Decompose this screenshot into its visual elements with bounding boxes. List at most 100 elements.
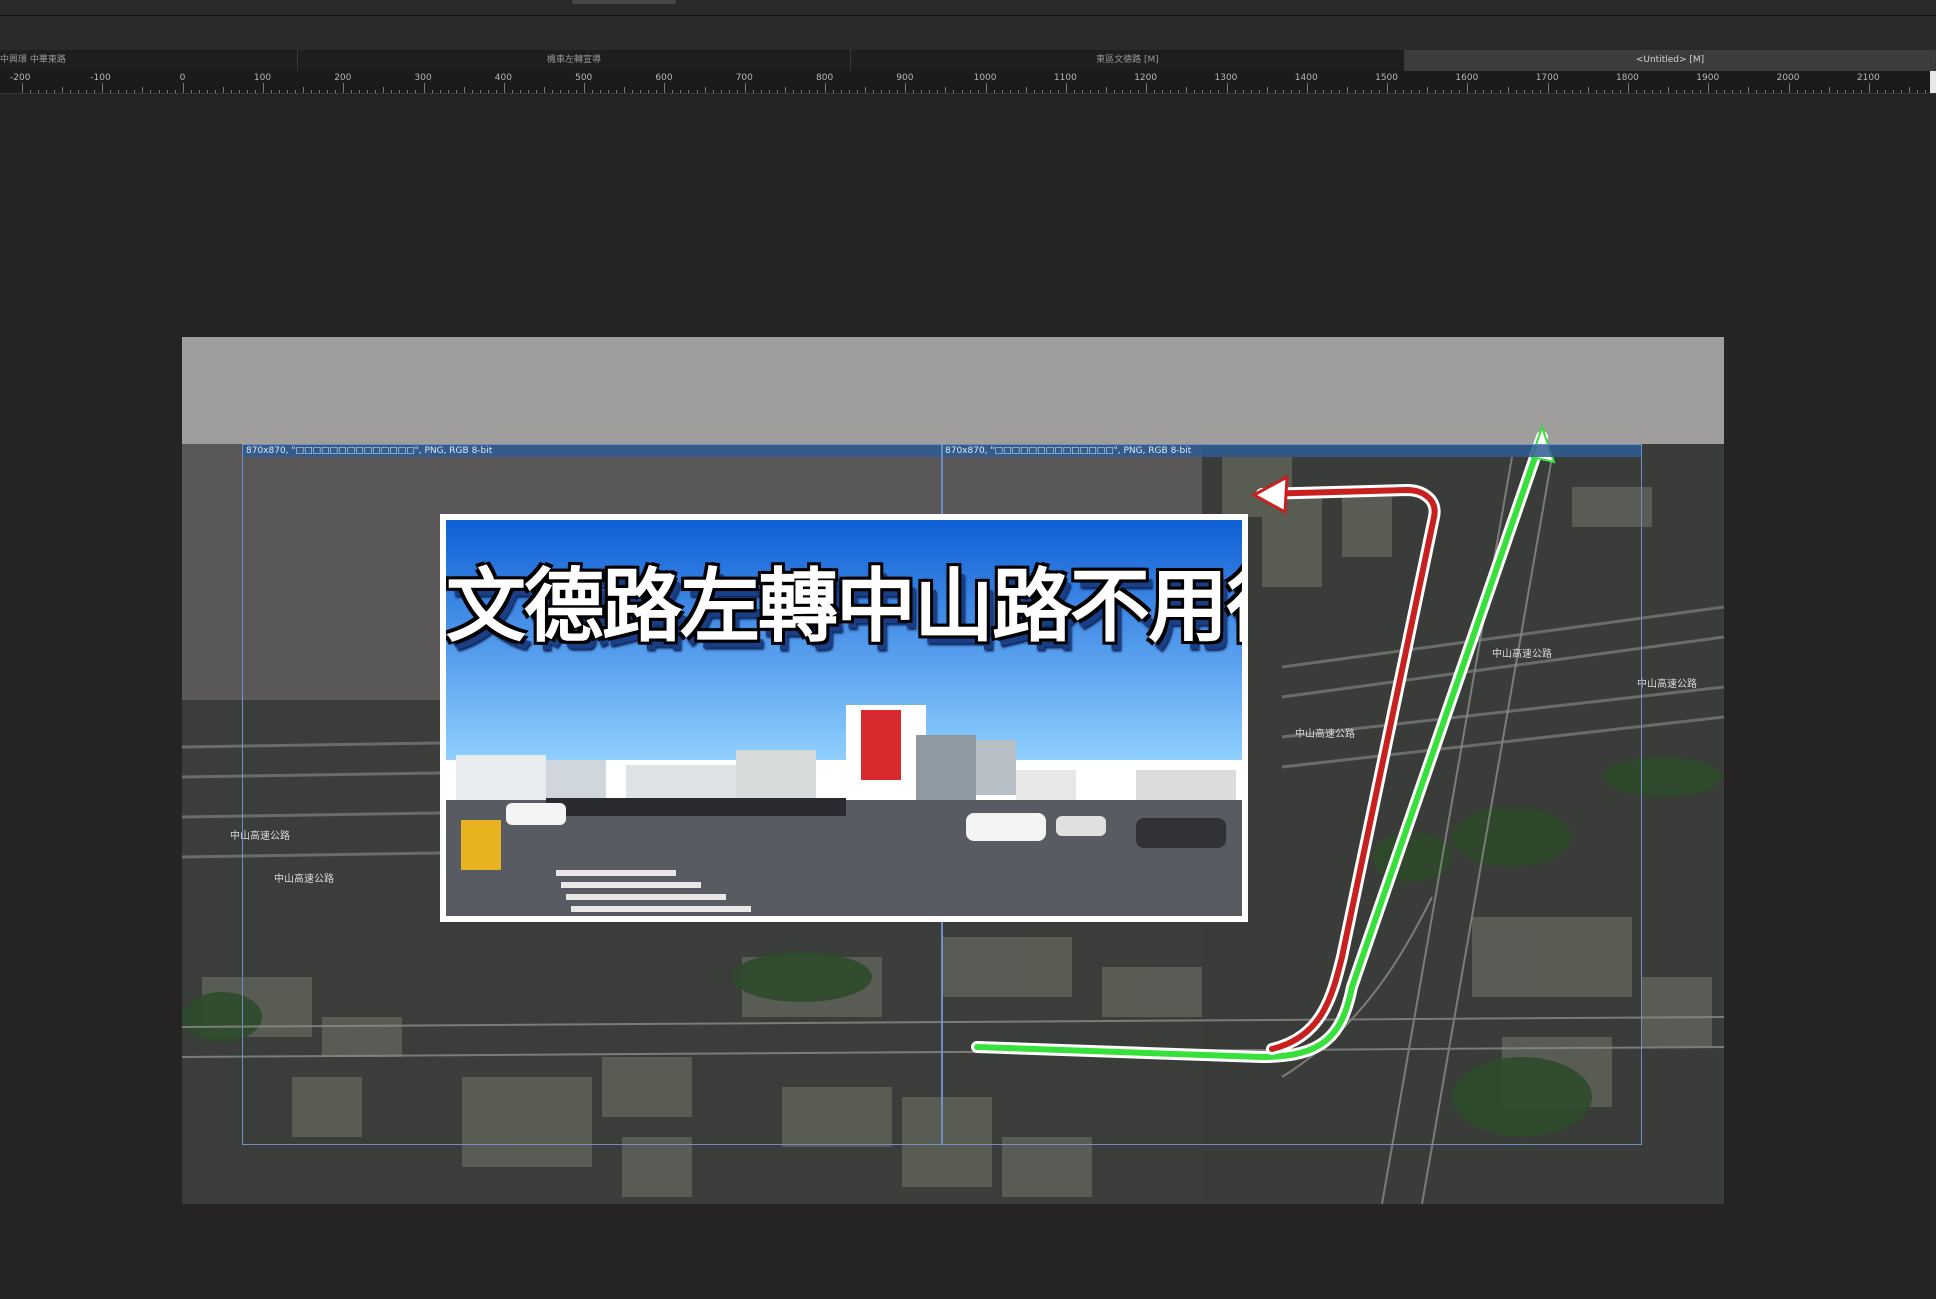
ruler-tick xyxy=(142,87,144,93)
ruler-tick xyxy=(808,90,810,93)
ruler-end-marker xyxy=(1930,71,1936,93)
ruler-tick xyxy=(1017,90,1019,93)
toolbar-handle[interactable] xyxy=(572,0,676,4)
tab-document-1[interactable]: 中興環 中華東路 xyxy=(0,50,298,71)
ruler-tick xyxy=(1587,87,1589,93)
ruler-tick xyxy=(1379,90,1381,93)
ruler-label: -100 xyxy=(90,73,111,83)
ruler-tick xyxy=(881,90,883,93)
ruler-tick xyxy=(527,90,529,93)
artboard[interactable]: 中山高速公路 中山高速公路 中山高速公路 中山高速公路 中山高速公路 870x8… xyxy=(182,337,1724,1204)
ruler-tick xyxy=(1089,90,1091,93)
ruler-tick xyxy=(1033,90,1035,93)
ruler-tick xyxy=(1764,90,1766,93)
ruler-tick xyxy=(664,83,666,93)
tab-document-untitled[interactable]: <Untitled> [M] xyxy=(1405,50,1936,71)
ruler-tick xyxy=(214,90,216,93)
ruler-tick xyxy=(94,90,96,93)
ruler-tick xyxy=(1001,90,1003,93)
ruler-tick xyxy=(1579,90,1581,93)
tab-label: 東區文德路 [M] xyxy=(1096,55,1159,65)
ruler-tick xyxy=(62,87,64,93)
ruler-tick xyxy=(568,90,570,93)
tab-document-3[interactable]: 東區文德路 [M] xyxy=(851,50,1405,71)
ruler-tick xyxy=(1298,90,1300,93)
ruler-tick xyxy=(993,90,995,93)
map-label: 中山高速公路 xyxy=(1637,677,1697,690)
ruler-tick xyxy=(1901,90,1903,93)
ruler-tick xyxy=(230,90,232,93)
ruler-tick xyxy=(206,90,208,93)
ruler-tick xyxy=(1676,90,1678,93)
ruler-tick xyxy=(873,90,875,93)
ruler-tick xyxy=(1210,90,1212,93)
ruler-tick xyxy=(953,90,955,93)
ruler-tick xyxy=(54,90,56,93)
ruler-tick xyxy=(1836,90,1838,93)
ruler-tick xyxy=(375,90,377,93)
horizontal-ruler[interactable]: -200 -100 0 100 200 300 400 500 600 700 800 900 1000… xyxy=(0,71,1936,94)
layer-info-right: 870x870, "□□□□□□□□□□□□□□", PNG, RGB 8-bi… xyxy=(945,446,1192,456)
ruler-tick xyxy=(608,90,610,93)
ruler-tick xyxy=(560,90,561,93)
ruler-label: 200 xyxy=(334,73,352,83)
ruler-tick xyxy=(30,90,32,93)
ruler-label: 900 xyxy=(896,73,914,83)
thumbnail-image[interactable]: 文德路左轉中山路不用待轉 xyxy=(440,514,1248,922)
tab-label: 中興環 中華東路 xyxy=(0,55,66,65)
ruler-tick xyxy=(728,90,730,93)
ruler-tick xyxy=(102,83,104,93)
ruler-tick xyxy=(1306,83,1308,93)
canvas-area[interactable]: 中山高速公路 中山高速公路 中山高速公路 中山高速公路 中山高速公路 870x8… xyxy=(0,94,1936,1299)
ruler-label: 400 xyxy=(494,73,512,83)
ruler-label: -200 xyxy=(10,73,31,83)
ruler-tick xyxy=(1884,90,1886,93)
ruler-tick xyxy=(1194,90,1196,93)
ruler-tick xyxy=(1106,87,1108,93)
tab-label: 機車左轉宣導 xyxy=(546,55,601,65)
ruler-tick xyxy=(889,90,891,93)
ruler-tick xyxy=(584,83,586,93)
ruler-tick xyxy=(977,90,979,93)
ruler-tick xyxy=(592,90,594,93)
ruler-tick xyxy=(1467,83,1469,93)
ruler-tick xyxy=(1419,90,1421,93)
ruler-tick xyxy=(270,90,272,93)
ruler-tick xyxy=(262,83,264,93)
ruler-tick xyxy=(551,90,553,93)
ruler-label: 1700 xyxy=(1535,73,1559,83)
tab-label: <Untitled> [M] xyxy=(1635,55,1705,65)
ruler-tick xyxy=(1563,90,1565,93)
ruler-tick xyxy=(1186,87,1188,93)
ruler-tick xyxy=(1603,90,1605,93)
ruler-tick xyxy=(1065,83,1067,93)
ruler-tick xyxy=(1411,90,1413,93)
ruler-tick xyxy=(311,90,313,93)
ruler-tick xyxy=(1282,90,1284,93)
ruler-label: 700 xyxy=(735,73,753,83)
ruler-tick xyxy=(672,90,674,93)
ruler-tick xyxy=(1041,90,1043,93)
ruler-tick xyxy=(391,90,393,93)
ruler-tick xyxy=(913,90,915,93)
ruler-tick xyxy=(1242,90,1244,93)
tab-document-2[interactable]: 機車左轉宣導 xyxy=(298,50,851,71)
ruler-tick xyxy=(1724,90,1726,93)
ruler-tick xyxy=(415,90,417,93)
ruler-tick xyxy=(1515,90,1517,93)
ruler-tick xyxy=(776,90,778,93)
layer-info-left: 870x870, "□□□□□□□□□□□□□□", PNG, RGB 8-bi… xyxy=(246,446,493,456)
ruler-tick xyxy=(841,90,843,93)
ruler-tick xyxy=(720,90,722,93)
ruler-label: 1200 xyxy=(1134,73,1158,83)
ruler-tick xyxy=(1483,90,1485,93)
ruler-tick xyxy=(158,90,160,93)
ruler-tick xyxy=(1387,83,1389,93)
ruler-tick xyxy=(969,90,971,93)
ruler-tick xyxy=(1812,90,1814,93)
ruler-tick xyxy=(1820,90,1822,93)
ruler-tick xyxy=(1274,90,1276,93)
ruler-tick xyxy=(1828,87,1830,93)
ruler-tick xyxy=(1531,90,1533,93)
ruler-tick xyxy=(1226,83,1228,93)
